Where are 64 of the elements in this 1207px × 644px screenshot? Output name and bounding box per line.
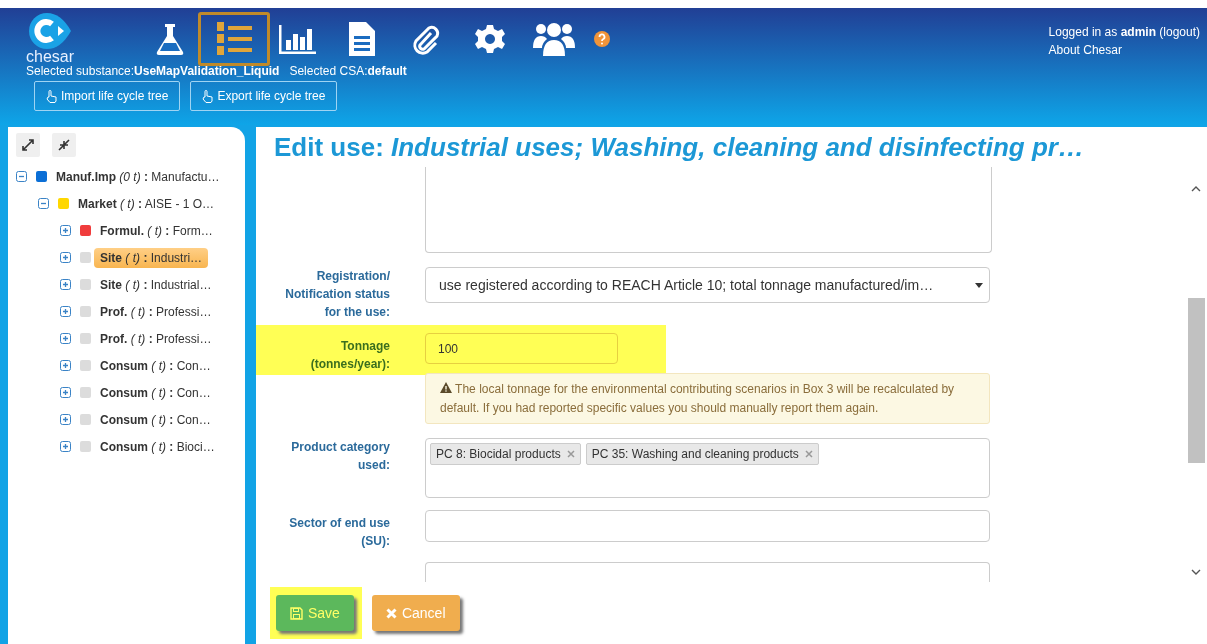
collapse-icon[interactable] xyxy=(16,171,27,182)
tonnage-field[interactable]: 100 xyxy=(425,333,618,364)
expand-icon[interactable] xyxy=(60,306,71,317)
users-icon xyxy=(533,22,575,56)
paperclip-icon xyxy=(411,23,441,55)
expand-icon[interactable] xyxy=(60,252,71,263)
scroll-up-icon[interactable] xyxy=(1191,185,1201,192)
field-label: Product category used: xyxy=(290,439,390,474)
close-icon[interactable] xyxy=(804,450,813,458)
context-text: Selected substance:UseMapValidation_Liquid Selected CSA:default xyxy=(26,64,408,78)
tree-item[interactable]: Market ( t) : AISE - 1 O… xyxy=(72,193,221,214)
help-icon xyxy=(594,31,610,47)
field-label: Sector of end use (SU): xyxy=(288,515,390,550)
login-status: Logged in as admin (logout) xyxy=(1048,24,1200,41)
tag-chip: PC 8: Biocidal products xyxy=(430,443,581,465)
tree-item[interactable]: Consum ( t) : Con… xyxy=(94,355,217,376)
input-field[interactable] xyxy=(425,562,990,582)
header-button[interactable]: Export life cycle tree xyxy=(190,81,338,111)
tree-item[interactable]: Consum ( t) : Con… xyxy=(94,382,217,403)
tree-item[interactable]: Formul. ( t) : Form… xyxy=(94,220,219,241)
tree-item[interactable]: Manuf.Imp (0 t) : Manufactu… xyxy=(50,166,226,187)
tree-item[interactable]: Prof. ( t) : Professi… xyxy=(94,328,218,349)
collapse-icon xyxy=(58,139,70,151)
expand-icon[interactable] xyxy=(60,225,71,236)
expand-icon[interactable] xyxy=(60,387,71,398)
numbered-list-icon xyxy=(214,20,254,58)
warning-icon xyxy=(440,382,452,393)
close-icon xyxy=(385,607,397,619)
field-label: Tonnage (tonnes/year): xyxy=(309,338,390,373)
field-label: Registration/ Notification status for the use: xyxy=(284,268,390,321)
about-link[interactable]: About Chesar xyxy=(1048,41,1200,59)
nav-button[interactable] xyxy=(198,12,270,66)
tag-field[interactable]: PC 8: Biocidal products PC 35: Washing and cleaning products xyxy=(425,438,990,498)
tree-item[interactable]: Consum ( t) : Con… xyxy=(94,409,217,430)
close-icon[interactable] xyxy=(566,450,575,458)
expand-icon[interactable] xyxy=(60,333,71,344)
collapse-all-button[interactable] xyxy=(52,133,76,157)
expand-icon[interactable] xyxy=(60,360,71,371)
expand-icon xyxy=(22,139,34,151)
status-dropdown[interactable]: use registered according to REACH Article 10; total tonnage manufactured/im… xyxy=(425,267,990,303)
input-field[interactable] xyxy=(425,510,990,542)
hand-pointer-icon xyxy=(46,89,57,103)
settings-icon xyxy=(475,24,505,54)
header-button[interactable]: Import life cycle tree xyxy=(34,81,181,111)
tag-chip: PC 35: Washing and cleaning products xyxy=(585,443,819,465)
page-title: Edit use: Industrial uses; Washing, cleaning and disinfecting pr… xyxy=(274,131,1085,163)
expand-all-button[interactable] xyxy=(16,133,40,157)
expand-icon[interactable] xyxy=(60,414,71,425)
scroll-down-icon[interactable] xyxy=(1191,569,1201,576)
caret-icon xyxy=(975,282,983,288)
bar-chart-icon xyxy=(279,24,317,54)
document-icon xyxy=(349,22,375,56)
tree-item[interactable]: Consum ( t) : Bioci… xyxy=(94,436,221,457)
logo-icon xyxy=(28,12,72,50)
tree-item[interactable]: Site ( t) : Industrial… xyxy=(94,274,218,295)
hand-pointer-icon xyxy=(202,89,214,103)
expand-icon[interactable] xyxy=(60,279,71,290)
collapse-icon[interactable] xyxy=(38,198,49,209)
tree-item[interactable]: Prof. ( t) : Professi… xyxy=(94,301,218,322)
tree-item[interactable]: Site ( t) : Industri… xyxy=(94,247,209,268)
flask-icon xyxy=(155,23,185,55)
warning-message: The local tonnage for the environmental contributing scenarios in Box 3 will be recalculated by default. If you had reported specific values you should manually report them again. xyxy=(425,373,990,424)
expand-icon[interactable] xyxy=(60,441,71,452)
logo-text: chesar xyxy=(26,48,74,66)
